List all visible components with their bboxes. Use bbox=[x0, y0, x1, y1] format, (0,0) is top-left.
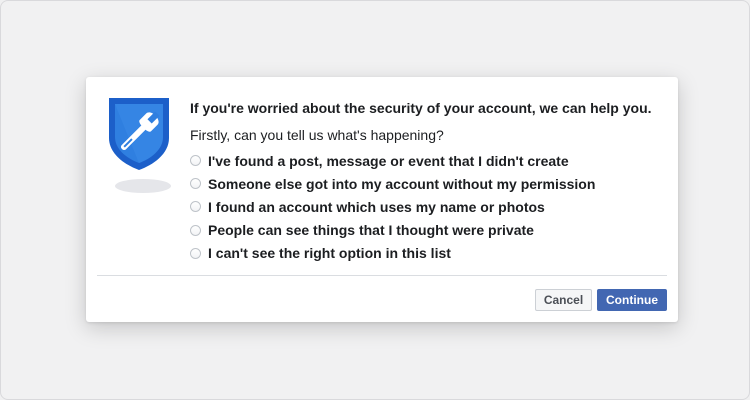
radio-button[interactable] bbox=[190, 224, 201, 236]
radio-button[interactable] bbox=[190, 247, 201, 259]
option-label: Someone else got into my account without… bbox=[208, 175, 596, 192]
radio-button[interactable] bbox=[190, 155, 201, 167]
option-label: People can see things that I thought wer… bbox=[208, 222, 534, 239]
options-list: I've found a post, message or event that… bbox=[190, 149, 670, 265]
option-label: I can't see the right option in this lis… bbox=[208, 245, 451, 262]
option-account-compromised[interactable]: Someone else got into my account without… bbox=[190, 172, 670, 195]
dialog-title: If you're worried about the security of … bbox=[190, 100, 652, 116]
footer-divider bbox=[97, 275, 667, 276]
help-dialog: If you're worried about the security of … bbox=[86, 77, 678, 322]
continue-button[interactable]: Continue bbox=[597, 289, 667, 311]
dialog-content: If you're worried about the security of … bbox=[190, 99, 670, 265]
shield-illustration bbox=[107, 96, 171, 196]
dialog-subtitle: Firstly, can you tell us what's happenin… bbox=[190, 127, 444, 143]
cancel-button[interactable]: Cancel bbox=[535, 289, 592, 311]
option-label: I found an account which uses my name or… bbox=[208, 198, 545, 215]
option-other[interactable]: I can't see the right option in this lis… bbox=[190, 242, 670, 265]
option-label: I've found a post, message or event that… bbox=[208, 152, 569, 169]
shield-wrench-icon bbox=[109, 98, 169, 170]
option-impersonation[interactable]: I found an account which uses my name or… bbox=[190, 195, 670, 218]
radio-button[interactable] bbox=[190, 201, 201, 213]
option-unrecognized-content[interactable]: I've found a post, message or event that… bbox=[190, 149, 670, 172]
option-privacy[interactable]: People can see things that I thought wer… bbox=[190, 219, 670, 242]
radio-button[interactable] bbox=[190, 178, 201, 190]
shield-shadow bbox=[115, 179, 171, 193]
